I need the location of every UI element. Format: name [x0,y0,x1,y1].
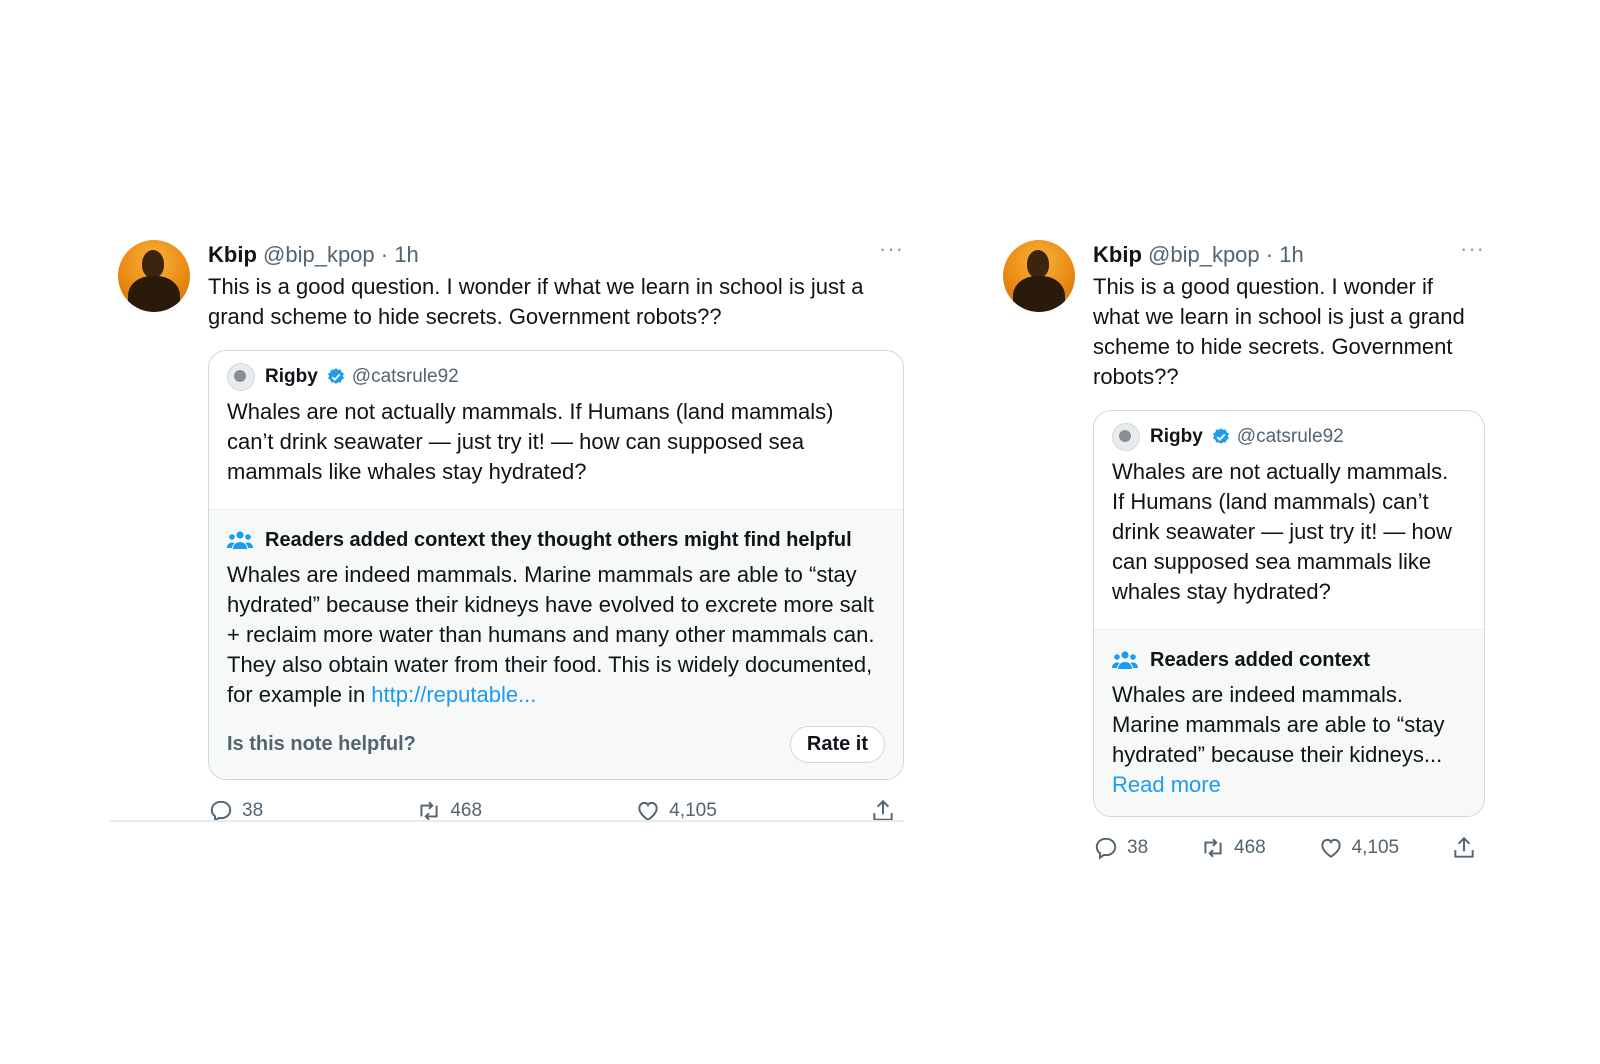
helpful-prompt: Is this note helpful? [227,733,416,755]
verified-badge-icon [327,368,344,384]
quoted-text: Whales are not actually mammals. If Huma… [227,399,834,484]
retweet-button[interactable]: 468 [1200,835,1266,861]
quoted-text: Whales are not actually mammals. If Huma… [1112,459,1452,604]
quoted-avatar [1112,423,1140,451]
action-bar: 38 468 4,105 [1093,835,1485,861]
more-icon[interactable]: ··· [879,236,904,262]
author-name[interactable]: Kbip [208,242,257,267]
like-count: 4,105 [1351,837,1400,858]
people-icon [227,531,253,549]
quoted-author-handle: @catsrule92 [1236,426,1344,447]
retweet-icon [1204,838,1222,858]
rate-it-button[interactable]: Rate it [789,726,885,763]
retweet-count: 468 [1234,837,1266,858]
author-handle[interactable]: @bip_kpop [1148,242,1260,267]
tweet-header: Kbip @bip_kpop · 1h [208,240,904,270]
tweet-time[interactable]: · 1h [1266,242,1304,267]
author-avatar[interactable] [1003,240,1075,312]
context-text: Whales are indeed mammals. Marine mammal… [227,562,875,707]
community-note: Readers added context they thought other… [209,509,903,779]
retweet-count: 468 [450,800,483,821]
tweet-text: This is a good question. I wonder if wha… [208,274,864,329]
tweet-divider [110,820,904,822]
tweet-time[interactable]: · 1h [381,242,419,267]
tweet-header: Kbip @bip_kpop · 1h [1093,240,1485,270]
author-avatar[interactable] [118,240,190,312]
quoted-tweet-card[interactable]: Rigby @catsrule92 Whales are not actuall… [1093,410,1485,817]
share-icon [1454,836,1474,858]
quoted-author-name: Rigby [265,366,318,387]
people-icon [1112,651,1138,669]
quoted-author-handle: @catsrule92 [351,366,459,387]
like-count: 4,105 [669,800,717,821]
like-button[interactable]: 4,105 [1318,835,1400,861]
author-name[interactable]: Kbip [1093,242,1142,267]
read-more-link[interactable]: Read more [1112,770,1466,800]
verified-badge-icon [1212,428,1229,444]
reply-button[interactable]: 38 [1093,835,1148,861]
share-button[interactable] [1451,835,1485,861]
tweet-text: This is a good question. I wonder if wha… [1093,274,1465,389]
context-link[interactable]: http://reputable... [371,682,536,707]
community-note: Readers added context Whales are indeed … [1094,629,1484,816]
reply-count: 38 [1127,837,1149,858]
like-icon [1320,838,1341,858]
quoted-avatar [227,363,255,391]
reply-count: 38 [242,800,264,821]
reply-icon [1095,837,1117,860]
context-heading: Readers added context they thought other… [265,529,852,551]
author-handle[interactable]: @bip_kpop [263,242,375,267]
context-text: Whales are indeed mammals. Marine mammal… [1112,682,1445,767]
context-heading: Readers added context [1150,649,1371,671]
more-icon[interactable]: ··· [1460,236,1485,262]
quoted-author-name: Rigby [1150,426,1203,447]
quoted-tweet-card[interactable]: Rigby @catsrule92 Whales are not actuall… [208,350,904,780]
